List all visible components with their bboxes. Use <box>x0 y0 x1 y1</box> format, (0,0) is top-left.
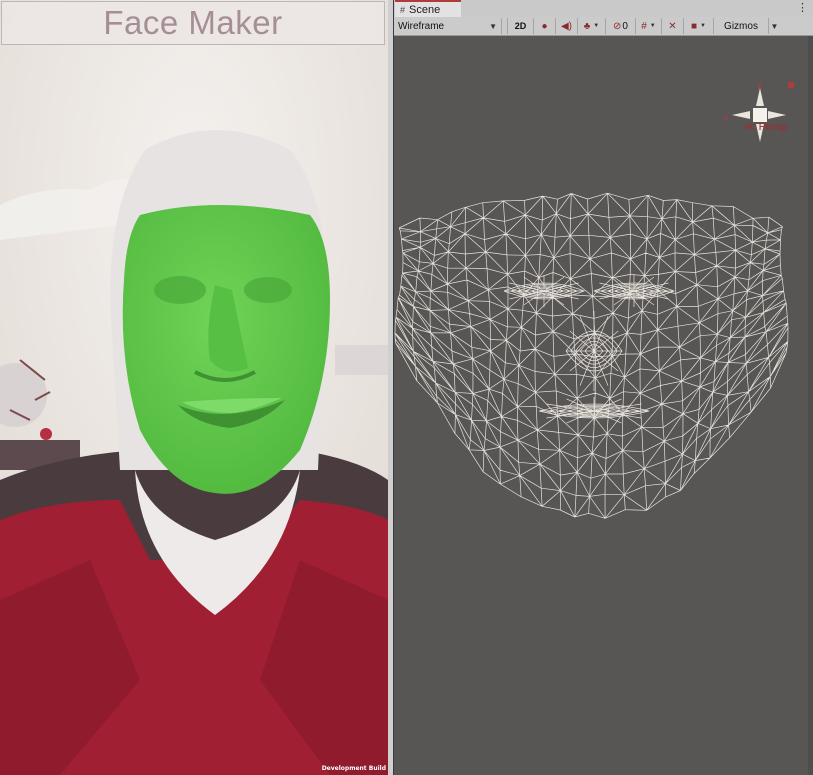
toggle-2d-button[interactable]: 2D <box>508 18 534 34</box>
gizmos-dropdown[interactable]: Gizmos <box>714 18 768 34</box>
audio-icon[interactable]: ◀) <box>556 18 578 34</box>
lock-icon[interactable] <box>788 82 794 88</box>
gizmos-chevron[interactable]: ▼ <box>768 18 780 34</box>
gizmo-axis-y: y <box>757 80 762 90</box>
camera-feed-image <box>0 0 388 775</box>
face-wireframe-mesh <box>394 186 794 536</box>
viewport-edge <box>808 36 813 775</box>
chevron-down-icon: ▼ <box>770 21 779 31</box>
projection-toggle[interactable]: ≪ Persp <box>744 120 787 133</box>
grid-toggle-icon: # <box>641 20 647 32</box>
grid-toggle-button[interactable]: # ▼ <box>636 18 662 34</box>
shading-mode-label: Wireframe <box>398 20 445 32</box>
visibility-icon: ⊘ <box>613 20 622 32</box>
tab-scene[interactable]: # Scene <box>395 0 461 17</box>
shading-mode-dropdown[interactable]: Wireframe ▼ <box>394 18 502 34</box>
toggle-2d-label: 2D <box>514 21 527 31</box>
nose-mesh <box>565 311 623 391</box>
light-icon[interactable]: ● <box>534 18 556 34</box>
camera-icon: ■ <box>691 20 698 32</box>
effects-icon[interactable]: ♣ ▼ <box>578 18 606 34</box>
app-title: Face Maker <box>103 4 283 41</box>
mesh-lines <box>394 192 789 519</box>
projection-label: Persp <box>758 121 788 133</box>
right-eye-mesh <box>593 275 675 307</box>
tools-icon[interactable]: ✕ <box>662 18 684 34</box>
development-build-label: Development Build <box>321 765 386 772</box>
chevron-left-icon: ≪ <box>744 121 756 133</box>
scene-view-panel: # Scene ⋮ Wireframe ▼ 2D ● ◀) ♣ ▼ ⊘ 0 # ▼ … <box>393 0 813 775</box>
chevron-down-icon: ▼ <box>489 21 497 31</box>
menu-dots-icon[interactable]: ⋮ <box>797 1 808 14</box>
scene-tab-bar: # Scene ⋮ <box>394 0 813 18</box>
visibility-button[interactable]: ⊘ 0 <box>606 18 636 34</box>
camera-button[interactable]: ■ ▼ <box>684 18 714 34</box>
gizmos-label: Gizmos <box>724 20 758 32</box>
gizmo-axis-x: x <box>724 112 729 122</box>
scene-viewport[interactable]: y x ≪ Persp <box>394 36 813 775</box>
scene-toolbar: Wireframe ▼ 2D ● ◀) ♣ ▼ ⊘ 0 # ▼ ✕ ■ ▼ Gizmo… <box>394 17 813 36</box>
tab-scene-label: Scene <box>409 3 441 16</box>
app-title-bar: Face Maker <box>1 1 385 45</box>
hidden-count: 0 <box>622 20 628 32</box>
grid-icon: # <box>400 4 406 15</box>
face-mesh-svg <box>394 192 789 519</box>
camera-preview: Face Maker Development Build <box>0 0 388 775</box>
